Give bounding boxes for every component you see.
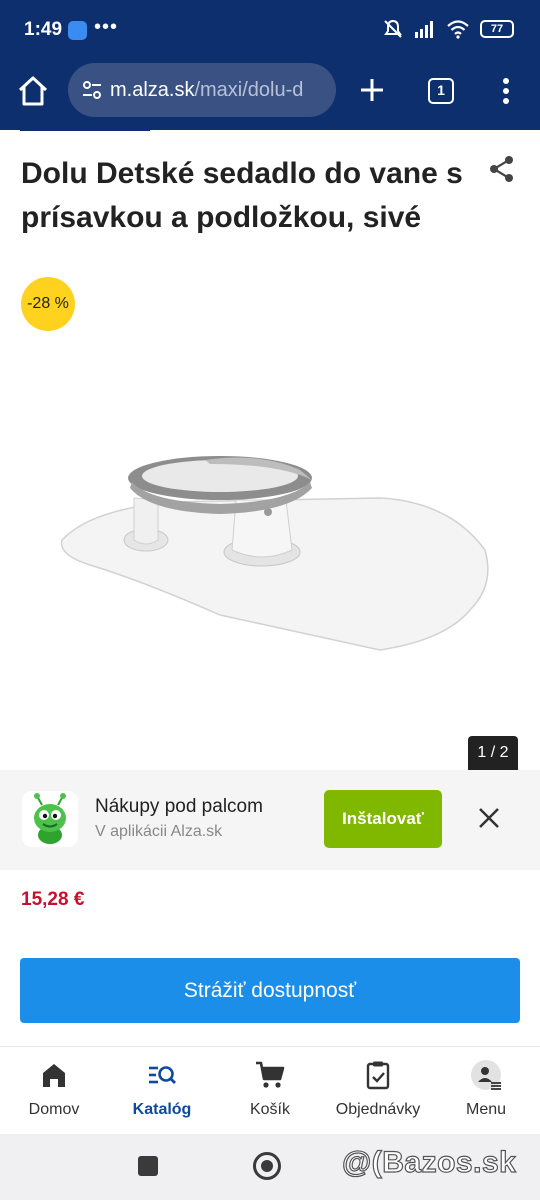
tab-switcher-button[interactable]: 1	[428, 78, 454, 104]
browser-home-icon[interactable]	[16, 74, 50, 108]
status-time: 1:49	[24, 19, 63, 40]
status-indicators: 77	[382, 18, 514, 40]
app-banner-title: Nákupy pod palcom	[95, 796, 263, 817]
app-banner-subtitle: V aplikácii Alza.sk	[95, 823, 223, 840]
url-domain: m.alza.sk	[110, 78, 195, 101]
product-title: Dolu Detské sedadlo do vane s prísavkou …	[21, 157, 463, 234]
mute-icon	[384, 19, 402, 38]
nav-label-orders: Objednávky	[335, 1101, 421, 1118]
watch-availability-button[interactable]: Strážiť dostupnosť	[20, 958, 520, 1023]
system-home-button[interactable]	[253, 1152, 281, 1180]
nav-item-home[interactable]: Domov	[0, 1047, 108, 1135]
system-navigation-bar: @(Bazos.sk	[0, 1134, 540, 1200]
image-counter: 1 / 2	[468, 736, 518, 770]
user-menu-icon	[471, 1060, 501, 1090]
nav-label-menu: Menu	[465, 1101, 507, 1118]
nav-item-cart[interactable]: Košík	[216, 1047, 324, 1135]
app-install-banner: Nákupy pod palcom V aplikácii Alza.sk In…	[0, 770, 540, 870]
cart-icon	[256, 1061, 285, 1088]
url-text: m.alza.sk/maxi/dolu-d	[110, 79, 303, 102]
install-button[interactable]: Inštalovať	[324, 790, 442, 848]
more-notifications-icon: •••	[94, 16, 119, 38]
url-path: /maxi/dolu-d	[194, 78, 304, 101]
product-image[interactable]	[50, 440, 500, 690]
wifi-icon	[447, 20, 469, 39]
nav-item-orders[interactable]: Objednávky	[324, 1047, 432, 1135]
battery-icon: 77	[480, 20, 514, 38]
watermark: @(Bazos.sk	[341, 1145, 517, 1179]
nav-item-catalog[interactable]: Katalóg	[108, 1047, 216, 1135]
bottom-navigation: Domov Katalóg Košík Objednávky Menu	[0, 1046, 540, 1134]
orders-clipboard-icon	[366, 1061, 390, 1090]
browser-toolbar: m.alza.sk/maxi/dolu-d 1	[0, 60, 540, 130]
notification-app-icon	[68, 21, 87, 40]
recents-button[interactable]	[138, 1156, 158, 1176]
home-icon	[43, 1064, 65, 1087]
close-icon[interactable]	[475, 804, 503, 832]
catalog-search-icon	[149, 1066, 176, 1084]
tab-indicator	[20, 128, 150, 131]
browser-menu-icon[interactable]	[496, 74, 516, 108]
status-bar: 1:49 ••• 77	[0, 0, 540, 60]
new-tab-icon[interactable]	[356, 74, 388, 106]
alza-mascot-logo	[22, 791, 78, 847]
product-price: 15,28 €	[21, 889, 85, 910]
discount-badge: -28 %	[21, 277, 75, 331]
site-settings-icon[interactable]	[80, 78, 104, 102]
signal-icon	[415, 21, 433, 38]
share-icon[interactable]	[487, 154, 517, 184]
nav-item-menu[interactable]: Menu	[432, 1047, 540, 1135]
nav-label-catalog: Katalóg	[132, 1101, 192, 1118]
nav-label-cart: Košík	[249, 1101, 290, 1118]
nav-label-home: Domov	[28, 1101, 80, 1118]
address-bar[interactable]: m.alza.sk/maxi/dolu-d	[68, 63, 336, 117]
